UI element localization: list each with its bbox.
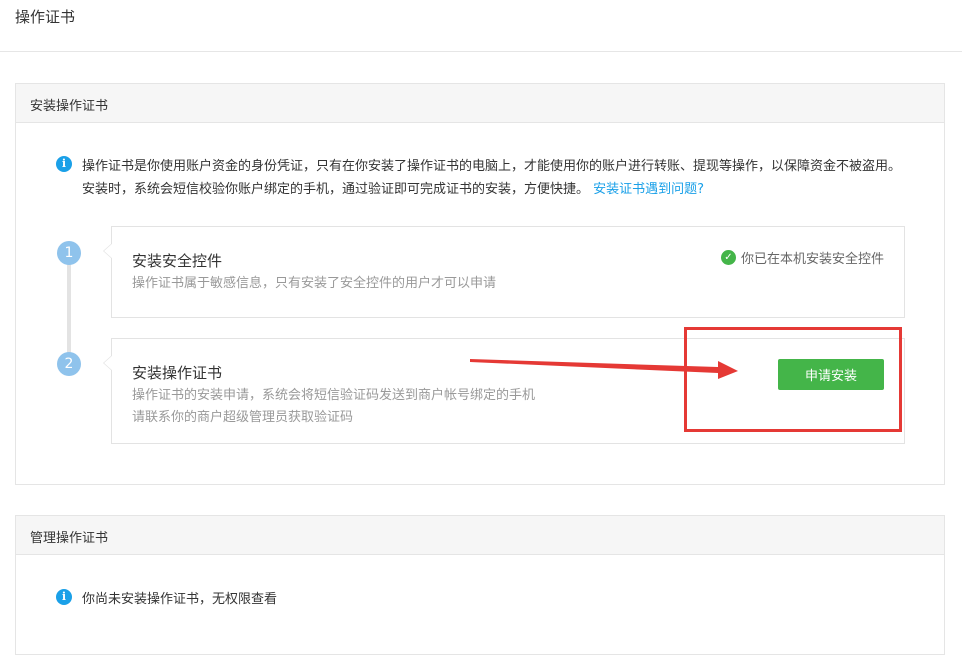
manage-certificate-panel: 管理操作证书 i 你尚未安装操作证书，无权限查看 bbox=[15, 515, 945, 655]
step-card-install-control: 安装安全控件 操作证书属于敏感信息，只有安装了安全控件的用户才可以申请 ✓ 你已… bbox=[103, 226, 905, 318]
page-title: 操作证书 bbox=[15, 8, 76, 26]
step-description-line: 操作证书属于敏感信息，只有安装了安全控件的用户才可以申请 bbox=[132, 276, 497, 291]
control-installed-status: ✓ 你已在本机安装安全控件 bbox=[720, 248, 884, 267]
no-permission-note: 你尚未安装操作证书，无权限查看 bbox=[82, 592, 278, 607]
step-title: 安装操作证书 bbox=[132, 364, 223, 382]
info-icon: i bbox=[56, 156, 72, 172]
step-number-2: 2 bbox=[57, 352, 81, 376]
step-description-line: 请联系你的商户超级管理员获取验证码 bbox=[132, 410, 354, 425]
install-help-link[interactable]: 安装证书遇到问题? bbox=[593, 182, 704, 197]
manage-panel-header: 管理操作证书 bbox=[16, 516, 944, 555]
step-description: 操作证书属于敏感信息，只有安装了安全控件的用户才可以申请 bbox=[132, 273, 496, 295]
step-description: 操作证书的安装申请，系统会将短信验证码发送到商户帐号绑定的手机 请联系你的商户超… bbox=[132, 385, 535, 429]
step-number-1: 1 bbox=[57, 241, 81, 265]
step-description-line: 操作证书的安装申请，系统会将短信验证码发送到商户帐号绑定的手机 bbox=[132, 388, 536, 403]
status-text: 你已在本机安装安全控件 bbox=[740, 252, 884, 267]
page-header: 操作证书 bbox=[0, 0, 962, 52]
install-panel-header: 安装操作证书 bbox=[16, 84, 944, 123]
step-title: 安装安全控件 bbox=[132, 252, 223, 270]
install-notice: 操作证书是你使用账户资金的身份凭证，只有在你安装了操作证书的电脑上，才能使用你的… bbox=[82, 155, 912, 201]
check-circle-icon: ✓ bbox=[720, 250, 736, 265]
manage-panel-title: 管理操作证书 bbox=[30, 531, 109, 546]
install-panel-title: 安装操作证书 bbox=[30, 99, 109, 114]
info-icon: i bbox=[56, 589, 72, 605]
install-notice-text: 操作证书是你使用账户资金的身份凭证，只有在你安装了操作证书的电脑上，才能使用你的… bbox=[82, 159, 902, 197]
annotation-highlight-box bbox=[684, 327, 902, 432]
